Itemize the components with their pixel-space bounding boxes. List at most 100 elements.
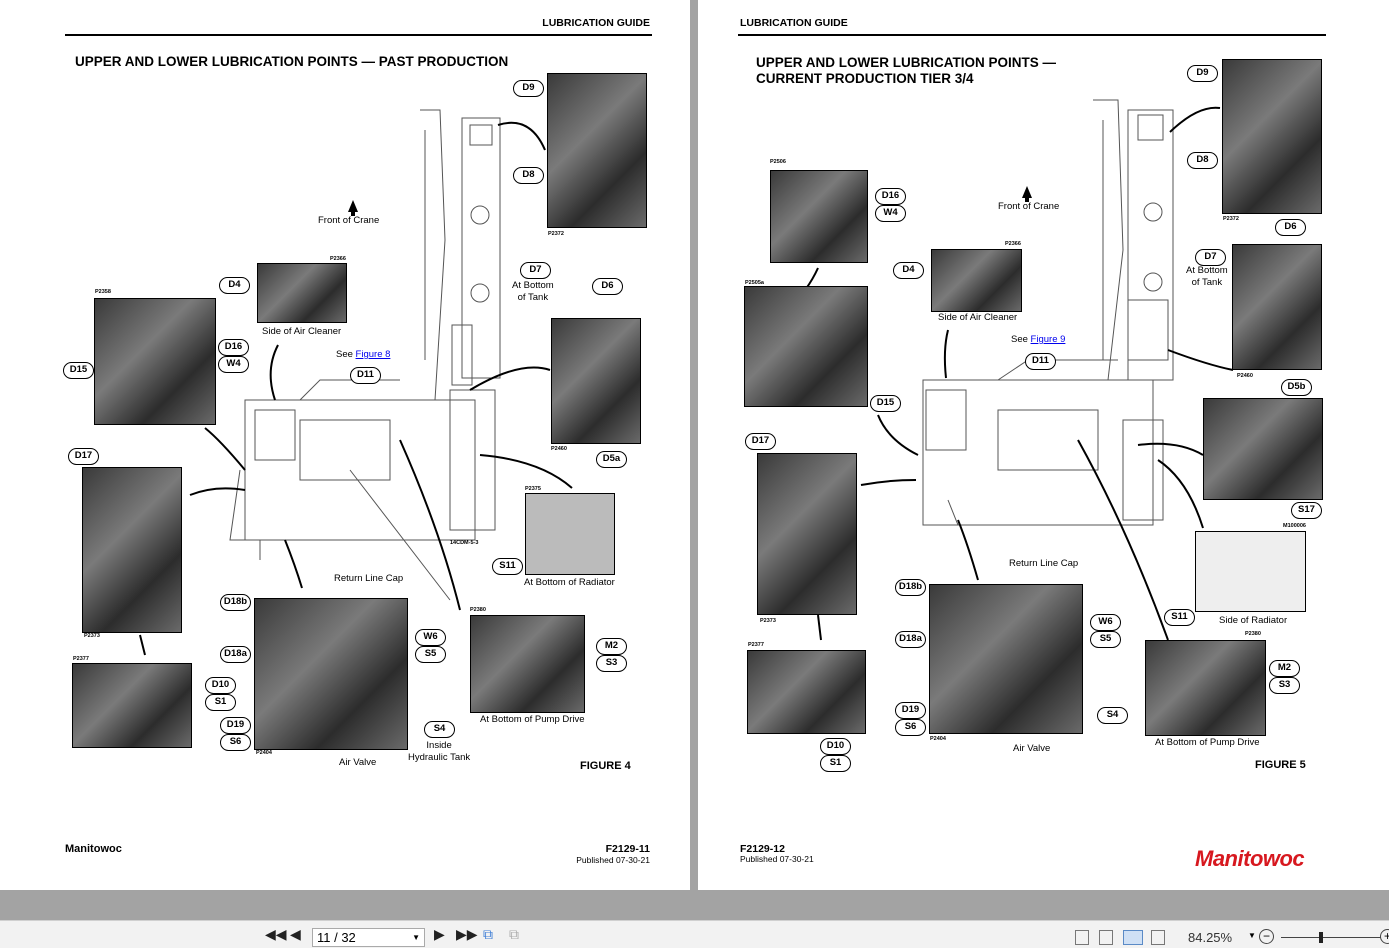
callout-s1: S1: [205, 694, 236, 711]
figure-label: FIGURE 5: [1255, 759, 1306, 771]
header-rule: [65, 34, 652, 36]
continuous-view-icon[interactable]: [1099, 930, 1113, 945]
callout-d15: D15: [63, 362, 94, 379]
callout-d18b: D18b: [220, 594, 251, 611]
callout-d10: D10: [205, 677, 236, 694]
page-number-input[interactable]: 11 / 32 ▼: [312, 928, 425, 947]
callout-m2: M2: [596, 638, 627, 655]
previous-view-icon[interactable]: ⧉: [483, 925, 493, 943]
pdf-page-right: LUBRICATION GUIDE UPPER AND LOWER LUBRIC…: [698, 0, 1389, 890]
front-of-crane-label: Front of Crane: [998, 201, 1060, 212]
caption: At Bottom of Tank: [1186, 265, 1228, 288]
callout-d19: D19: [220, 717, 251, 734]
photo-id: M100006: [1283, 523, 1306, 529]
caption: Return Line Cap: [1009, 558, 1079, 569]
zoom-out-button[interactable]: −: [1259, 929, 1274, 944]
photo-id: P2377: [73, 656, 89, 662]
photo-id: P2372: [1223, 216, 1239, 222]
zoom-slider-track[interactable]: [1281, 937, 1381, 938]
photo-id: P2375: [525, 486, 541, 492]
see-figure-text: See Figure 9: [1011, 334, 1066, 345]
callout-d7: D7: [1195, 249, 1226, 266]
callout-d11: D11: [1025, 353, 1056, 370]
header-rule: [738, 34, 1326, 36]
footer-published: Published 07-30-21: [576, 855, 650, 865]
callout-s4: S4: [1097, 707, 1128, 724]
photo-hydraulic-tank: [547, 73, 647, 228]
running-header: LUBRICATION GUIDE: [740, 17, 848, 29]
photo-air-cleaner: [257, 263, 347, 323]
callout-d6: D6: [1275, 219, 1306, 236]
photo-sight-gauge: [82, 467, 182, 633]
last-page-button[interactable]: ▶▶: [456, 925, 478, 943]
callout-d5b: D5b: [1281, 379, 1312, 396]
photo-id: P2372: [548, 231, 564, 237]
photo-tank-bottom: [1232, 244, 1322, 370]
callout-s3: S3: [596, 655, 627, 672]
front-of-crane-label: Front of Crane: [318, 215, 380, 226]
caption: Air Valve: [1013, 743, 1051, 754]
next-view-icon[interactable]: ⧉: [509, 925, 519, 943]
chevron-down-icon[interactable]: ▼: [412, 929, 420, 946]
callout-d5a: D5a: [596, 451, 627, 468]
callout-d8: D8: [513, 167, 544, 184]
photo-hoses: [94, 298, 216, 425]
callout-d11: D11: [350, 367, 381, 384]
zoom-in-button[interactable]: +: [1380, 929, 1389, 944]
caption: At Bottom of Radiator: [524, 577, 615, 588]
single-page-view-icon[interactable]: [1075, 930, 1089, 945]
caption: Inside Hydraulic Tank: [408, 740, 471, 763]
figure-link[interactable]: Figure 9: [1031, 334, 1066, 345]
callout-m2: M2: [1269, 660, 1300, 677]
caption: Side of Air Cleaner: [938, 312, 1018, 323]
callout-d18a: D18a: [895, 631, 926, 648]
zoom-level[interactable]: 84.25%: [1188, 930, 1232, 945]
photo-radiator-side: [1195, 531, 1306, 612]
callout-d17: D17: [745, 433, 776, 450]
callout-d17: D17: [68, 448, 99, 465]
caption: Return Line Cap: [334, 573, 404, 584]
photo-hydraulic-tank: [1222, 59, 1322, 214]
caption: At Bottom of Pump Drive: [480, 714, 585, 725]
photo-id: P2380: [1245, 631, 1261, 637]
see-figure-text: See Figure 8: [336, 349, 391, 360]
photo-fitting: [747, 650, 866, 734]
two-page-view-icon[interactable]: [1123, 930, 1143, 945]
callout-d9: D9: [1187, 65, 1218, 82]
callout-d16: D16: [875, 188, 906, 205]
callout-s17: S17: [1291, 502, 1322, 519]
next-page-button[interactable]: ▶: [434, 925, 445, 943]
zoom-slider-thumb[interactable]: [1319, 932, 1323, 943]
callout-s5: S5: [415, 646, 446, 663]
callout-s1: S1: [820, 755, 851, 772]
callout-s4: S4: [424, 721, 455, 738]
callout-s11: S11: [1164, 609, 1195, 626]
first-page-button[interactable]: ◀◀: [265, 925, 287, 943]
footer-doc-number: F2129-11: [605, 843, 650, 855]
photo-id: P2373: [760, 618, 776, 624]
photo-id: P2404: [930, 736, 946, 742]
caption: Side of Air Cleaner: [262, 326, 342, 337]
callout-d19: D19: [895, 702, 926, 719]
photo-fitting: [72, 663, 192, 748]
figure-link[interactable]: Figure 8: [356, 349, 391, 360]
pdf-viewer-toolbar: [0, 920, 1389, 948]
photo-tank-bottom: [551, 318, 641, 444]
photo-id: P2366: [1005, 241, 1021, 247]
photo-id: P2506: [770, 159, 786, 165]
photo-hydraulic-pump: [254, 598, 408, 750]
running-header: LUBRICATION GUIDE: [542, 17, 650, 29]
previous-page-button[interactable]: ◀: [290, 925, 301, 943]
zoom-dropdown-icon[interactable]: ▼: [1248, 931, 1256, 940]
photo-id: P2460: [551, 446, 567, 452]
callout-d9: D9: [513, 80, 544, 97]
callout-d7: D7: [520, 262, 551, 279]
callout-s3: S3: [1269, 677, 1300, 694]
drawing-id: 14CDM-5-3: [450, 540, 479, 546]
photo-id: P2380: [470, 607, 486, 613]
photo-id: P2366: [330, 256, 346, 262]
callout-d8: D8: [1187, 152, 1218, 169]
callout-d16: D16: [218, 339, 249, 356]
photo-breather: [770, 170, 868, 263]
two-page-continuous-view-icon[interactable]: [1151, 930, 1165, 945]
